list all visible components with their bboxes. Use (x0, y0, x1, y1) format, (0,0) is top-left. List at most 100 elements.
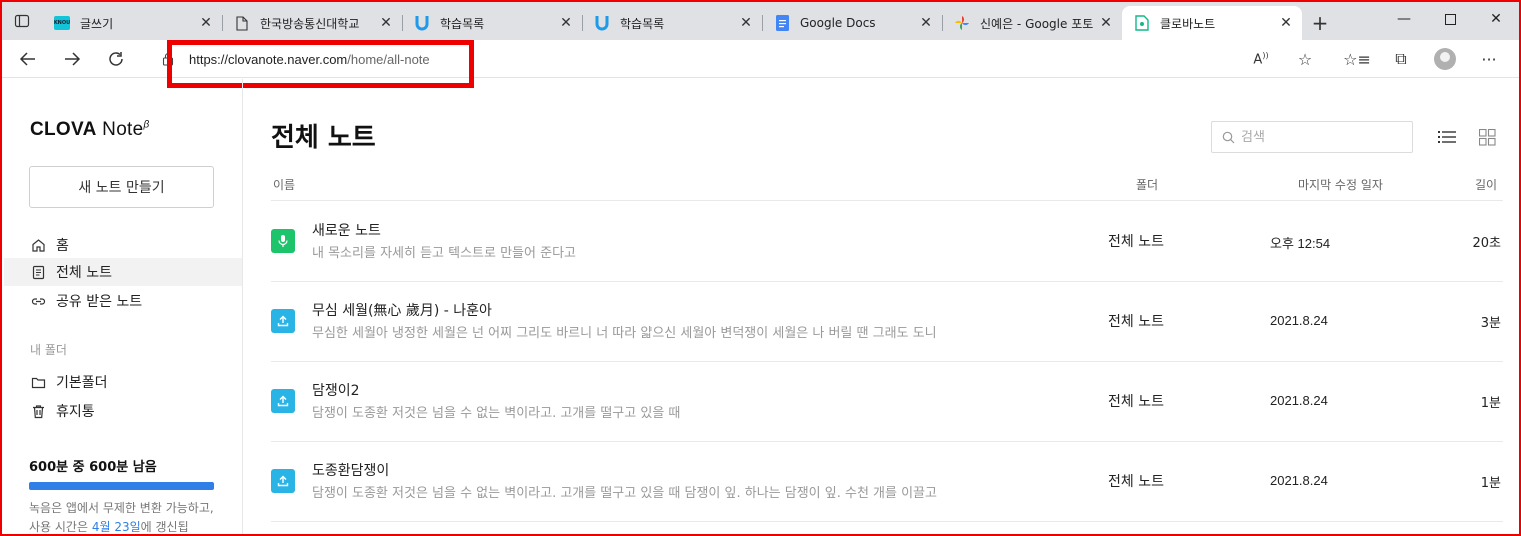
new-tab-button[interactable]: + (1302, 6, 1338, 40)
upload-badge (271, 389, 295, 413)
tab-close-button[interactable]: ✕ (198, 15, 214, 31)
more-icon: ··· (1481, 49, 1497, 69)
tab-close-button[interactable]: ✕ (738, 15, 754, 31)
sidebar-item-shared[interactable]: 공유 받은 노트 (4, 287, 242, 315)
close-window-button[interactable]: ✕ (1473, 2, 1519, 36)
note-title[interactable]: 무심 세월(無心 歲月) - 나훈아 (312, 300, 492, 320)
more-menu-button[interactable]: ··· (1467, 40, 1511, 78)
tab-favicon (414, 15, 430, 31)
recording-badge (271, 229, 295, 253)
browser-tab[interactable]: 학습목록 ✕ (402, 6, 582, 40)
maximize-button[interactable] (1427, 2, 1473, 36)
upload-badge (271, 309, 295, 333)
note-preview: 담쟁이 도종환 저것은 넘을 수 없는 벽이라고. 고개를 떨구고 있을 때 담… (312, 486, 937, 501)
tab-favicon: KNOU (54, 15, 70, 31)
back-button[interactable] (6, 40, 50, 78)
upload-icon (277, 475, 289, 487)
tab-title: 한국방송통신대학교 (260, 16, 360, 31)
grid-view-icon (1478, 128, 1496, 146)
browser-tab[interactable]: 한국방송통신대학교 ✕ (222, 6, 402, 40)
back-arrow-icon (19, 51, 35, 66)
forward-arrow-icon (65, 51, 81, 66)
grid-view-button[interactable] (1475, 125, 1499, 149)
read-aloud-icon: A)) (1253, 50, 1269, 68)
note-row[interactable]: 도종환담쟁이담쟁이 도종환 저것은 넘을 수 없는 벽이라고. 고개를 떨구고 … (271, 441, 1503, 521)
main-content: 전체 노트 이름 폴더 마지막 수정 일자 길이 새로운 노트내 목소리를 자세… (243, 79, 1519, 534)
note-length: 1분 (1480, 476, 1501, 491)
browser-tab[interactable]: 학습목록 ✕ (582, 6, 762, 40)
new-note-button[interactable]: 새 노트 만들기 (29, 166, 214, 208)
tab-title: 클로바노트 (1160, 16, 1216, 31)
clova-note-logo[interactable]: CLOVA Noteβ (30, 119, 150, 141)
clova-note-icon (1135, 15, 1149, 31)
note-title[interactable]: 담쟁이2 (312, 380, 360, 400)
note-modified-date: 2021.8.24 (1270, 393, 1328, 408)
tab-close-button[interactable]: ✕ (558, 15, 574, 31)
column-header-folder[interactable]: 폴더 (1136, 176, 1158, 193)
favorites-button[interactable]: ☆≡ (1335, 40, 1379, 78)
tab-actions-button[interactable] (2, 2, 42, 40)
note-row[interactable]: 새로운 노트 내 목소리를 자세히 듣고 텍스트로 만들어 준다고 전체 노트 오후 … (271, 201, 1503, 281)
logo-light: Note (96, 119, 144, 140)
sidebar-item-label: 휴지통 (56, 404, 95, 420)
list-view-icon (1438, 131, 1456, 143)
read-aloud-button[interactable]: A)) (1239, 40, 1283, 78)
sidebar-item-trash[interactable]: 휴지통 (4, 397, 242, 425)
column-header-modified[interactable]: 마지막 수정 일자 (1298, 176, 1383, 193)
note-row[interactable]: 담쟁이2 담쟁이 도종환 저것은 넘을 수 없는 벽이라고. 고개를 떨구고 있을… (271, 361, 1503, 441)
docs-icon (775, 15, 789, 31)
home-icon (30, 237, 46, 253)
tab-close-button[interactable]: ✕ (1278, 15, 1294, 31)
minimize-button[interactable]: — (1381, 2, 1427, 36)
profile-button[interactable] (1423, 40, 1467, 78)
browser-tab[interactable]: 신예은 - Google 포토 ✕ (942, 6, 1122, 40)
tab-favicon (954, 15, 970, 31)
note-folder: 전체 노트 (1108, 394, 1164, 410)
logo-beta: β (143, 119, 150, 131)
star-plus-icon: ☆ (1297, 49, 1313, 69)
sidebar-item-label: 홈 (56, 238, 69, 254)
tab-close-button[interactable]: ✕ (918, 15, 934, 31)
note-title[interactable]: 새로운 노트 (312, 220, 381, 240)
avatar (1434, 48, 1456, 70)
note-modified-date: 2021.8.24 (1270, 313, 1328, 328)
tab-title: 학습목록 (440, 16, 485, 31)
search-box[interactable] (1211, 121, 1413, 153)
browser-tab[interactable]: 클로바노트 ✕ (1122, 6, 1302, 40)
forward-button[interactable] (50, 40, 94, 78)
tab-close-button[interactable]: ✕ (378, 15, 394, 31)
note-preview: 내 목소리를 자세히 듣고 텍스트로 만들어 준다고 (312, 246, 576, 261)
note-folder: 전체 노트 (1108, 474, 1164, 490)
maximize-icon (1444, 13, 1456, 25)
note-title[interactable]: 도종환담쟁이 (312, 460, 389, 480)
window-controls: — ✕ (1381, 2, 1519, 36)
list-view-button[interactable] (1435, 125, 1459, 149)
tab-close-button[interactable]: ✕ (1098, 15, 1114, 31)
collections-button[interactable]: ⧉ (1379, 40, 1423, 78)
trash-icon (30, 403, 46, 419)
column-header-length[interactable]: 길이 (1475, 176, 1497, 193)
knou-icon: KNOU (54, 16, 70, 30)
tab-actions-icon (14, 14, 30, 28)
upload-badge (271, 469, 295, 493)
page-title: 전체 노트 (271, 123, 376, 153)
note-folder: 전체 노트 (1108, 234, 1164, 250)
note-row[interactable]: 무심 세월(無心 歲月) - 나훈아 무심한 세월아 냉정한 세월은 넌 어찌 그… (271, 281, 1503, 361)
sidebar-item-home[interactable]: 홈 (4, 231, 242, 259)
column-header-name[interactable]: 이름 (273, 176, 295, 193)
browser-tab[interactable]: KNOU 글쓰기 ✕ (42, 6, 222, 40)
link-icon (30, 293, 46, 309)
renewal-date-link[interactable]: 4월 23일 (92, 520, 141, 534)
sidebar-item-all-notes[interactable]: 전체 노트 (4, 258, 242, 286)
refresh-button[interactable] (94, 40, 138, 78)
refresh-icon (109, 51, 123, 66)
tab-title: Google Docs (800, 16, 876, 30)
tab-title: 학습목록 (620, 16, 665, 31)
add-favorite-button[interactable]: ☆ (1283, 40, 1327, 78)
microphone-icon (278, 235, 288, 247)
u-logo-icon (595, 16, 609, 31)
upload-icon (277, 315, 289, 327)
sidebar-item-default-folder[interactable]: 기본폴더 (4, 368, 242, 396)
search-input[interactable] (1241, 129, 1401, 145)
browser-tab[interactable]: Google Docs ✕ (762, 6, 942, 40)
